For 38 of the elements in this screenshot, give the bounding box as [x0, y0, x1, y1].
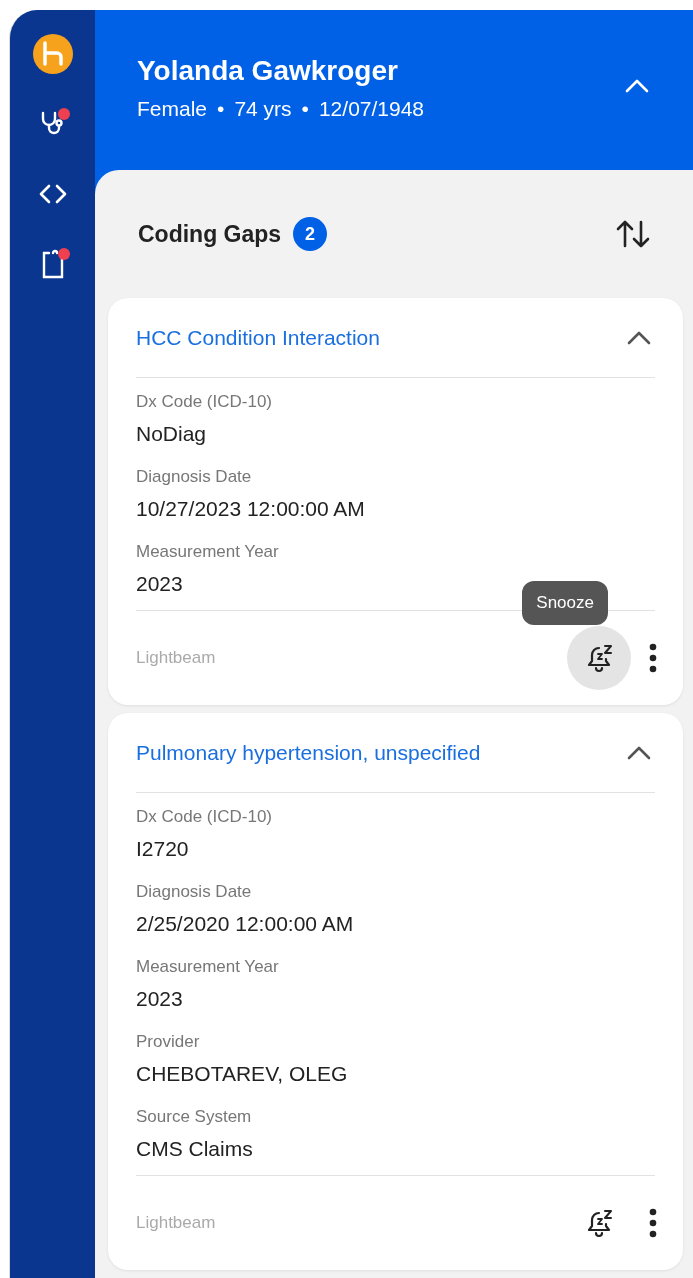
separator-dot: • [301, 97, 309, 121]
sidebar-button[interactable] [32, 34, 73, 74]
chevron-up-icon [627, 330, 651, 345]
source-label: Lightbeam [136, 648, 216, 668]
chevron-up-icon [627, 745, 651, 760]
field-label: Diagnosis Date [136, 467, 253, 487]
source-label: Lightbeam [136, 1213, 216, 1233]
field-value: 2023 [136, 987, 184, 1011]
field-label: Dx Code (ICD-10) [136, 807, 274, 827]
field-value: 2023 [136, 572, 184, 596]
tooltip: Snooze [522, 581, 608, 625]
separator-dot: • [217, 97, 225, 121]
field-label: Measurement Year [136, 957, 280, 977]
field-value: 2/25/2020 12:00:00 AM [136, 912, 355, 936]
field-value: I2720 [136, 837, 190, 861]
field-value: CHEBOTAREV, OLEG [136, 1062, 349, 1086]
section-title: Coding Gaps [138, 220, 282, 248]
more-vertical-icon [649, 1208, 657, 1238]
field-label: Provider [136, 1032, 201, 1052]
logo-icon [32, 34, 73, 74]
field-label: Dx Code (ICD-10) [136, 392, 274, 412]
patient-detail: 12/07/1948 [318, 97, 425, 121]
card-title: HCC Condition Interaction [136, 325, 380, 350]
field-value: NoDiag [136, 422, 208, 446]
count-badge: 2 [293, 217, 328, 251]
field-value: 10/27/2023 12:00:00 AM [136, 497, 366, 521]
patient-detail: Female [137, 97, 208, 121]
more-vertical-icon [649, 643, 657, 673]
field-label: Measurement Year [136, 542, 280, 562]
code-icon [37, 182, 68, 206]
sort-icon [615, 219, 651, 249]
chevron-up-icon [625, 79, 649, 93]
field-label: Source System [136, 1107, 253, 1127]
card-title: Pulmonary hypertension, unspecified [136, 740, 481, 765]
field-value: CMS Claims [136, 1137, 254, 1161]
patient-detail: 74 yrs [234, 97, 292, 121]
patient-name: Yolanda Gawkroger [137, 55, 399, 87]
field-label: Diagnosis Date [136, 882, 253, 902]
